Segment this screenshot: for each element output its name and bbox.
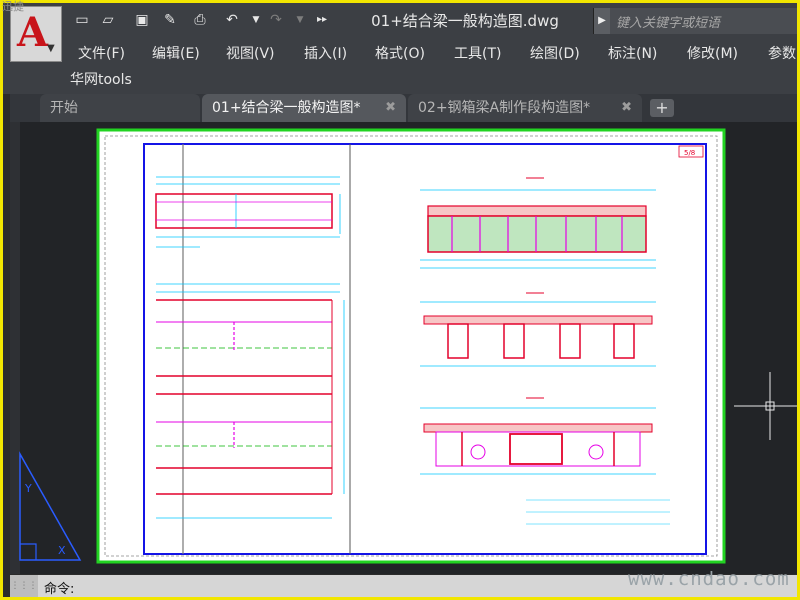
chevron-down-icon: ▼ <box>47 43 55 54</box>
autocad-logo-icon: A <box>17 9 49 56</box>
highlight-frame <box>0 0 800 600</box>
application-menu-button[interactable]: A ▼ <box>10 6 62 62</box>
corner-watermark: 迅捷 <box>2 0 24 13</box>
